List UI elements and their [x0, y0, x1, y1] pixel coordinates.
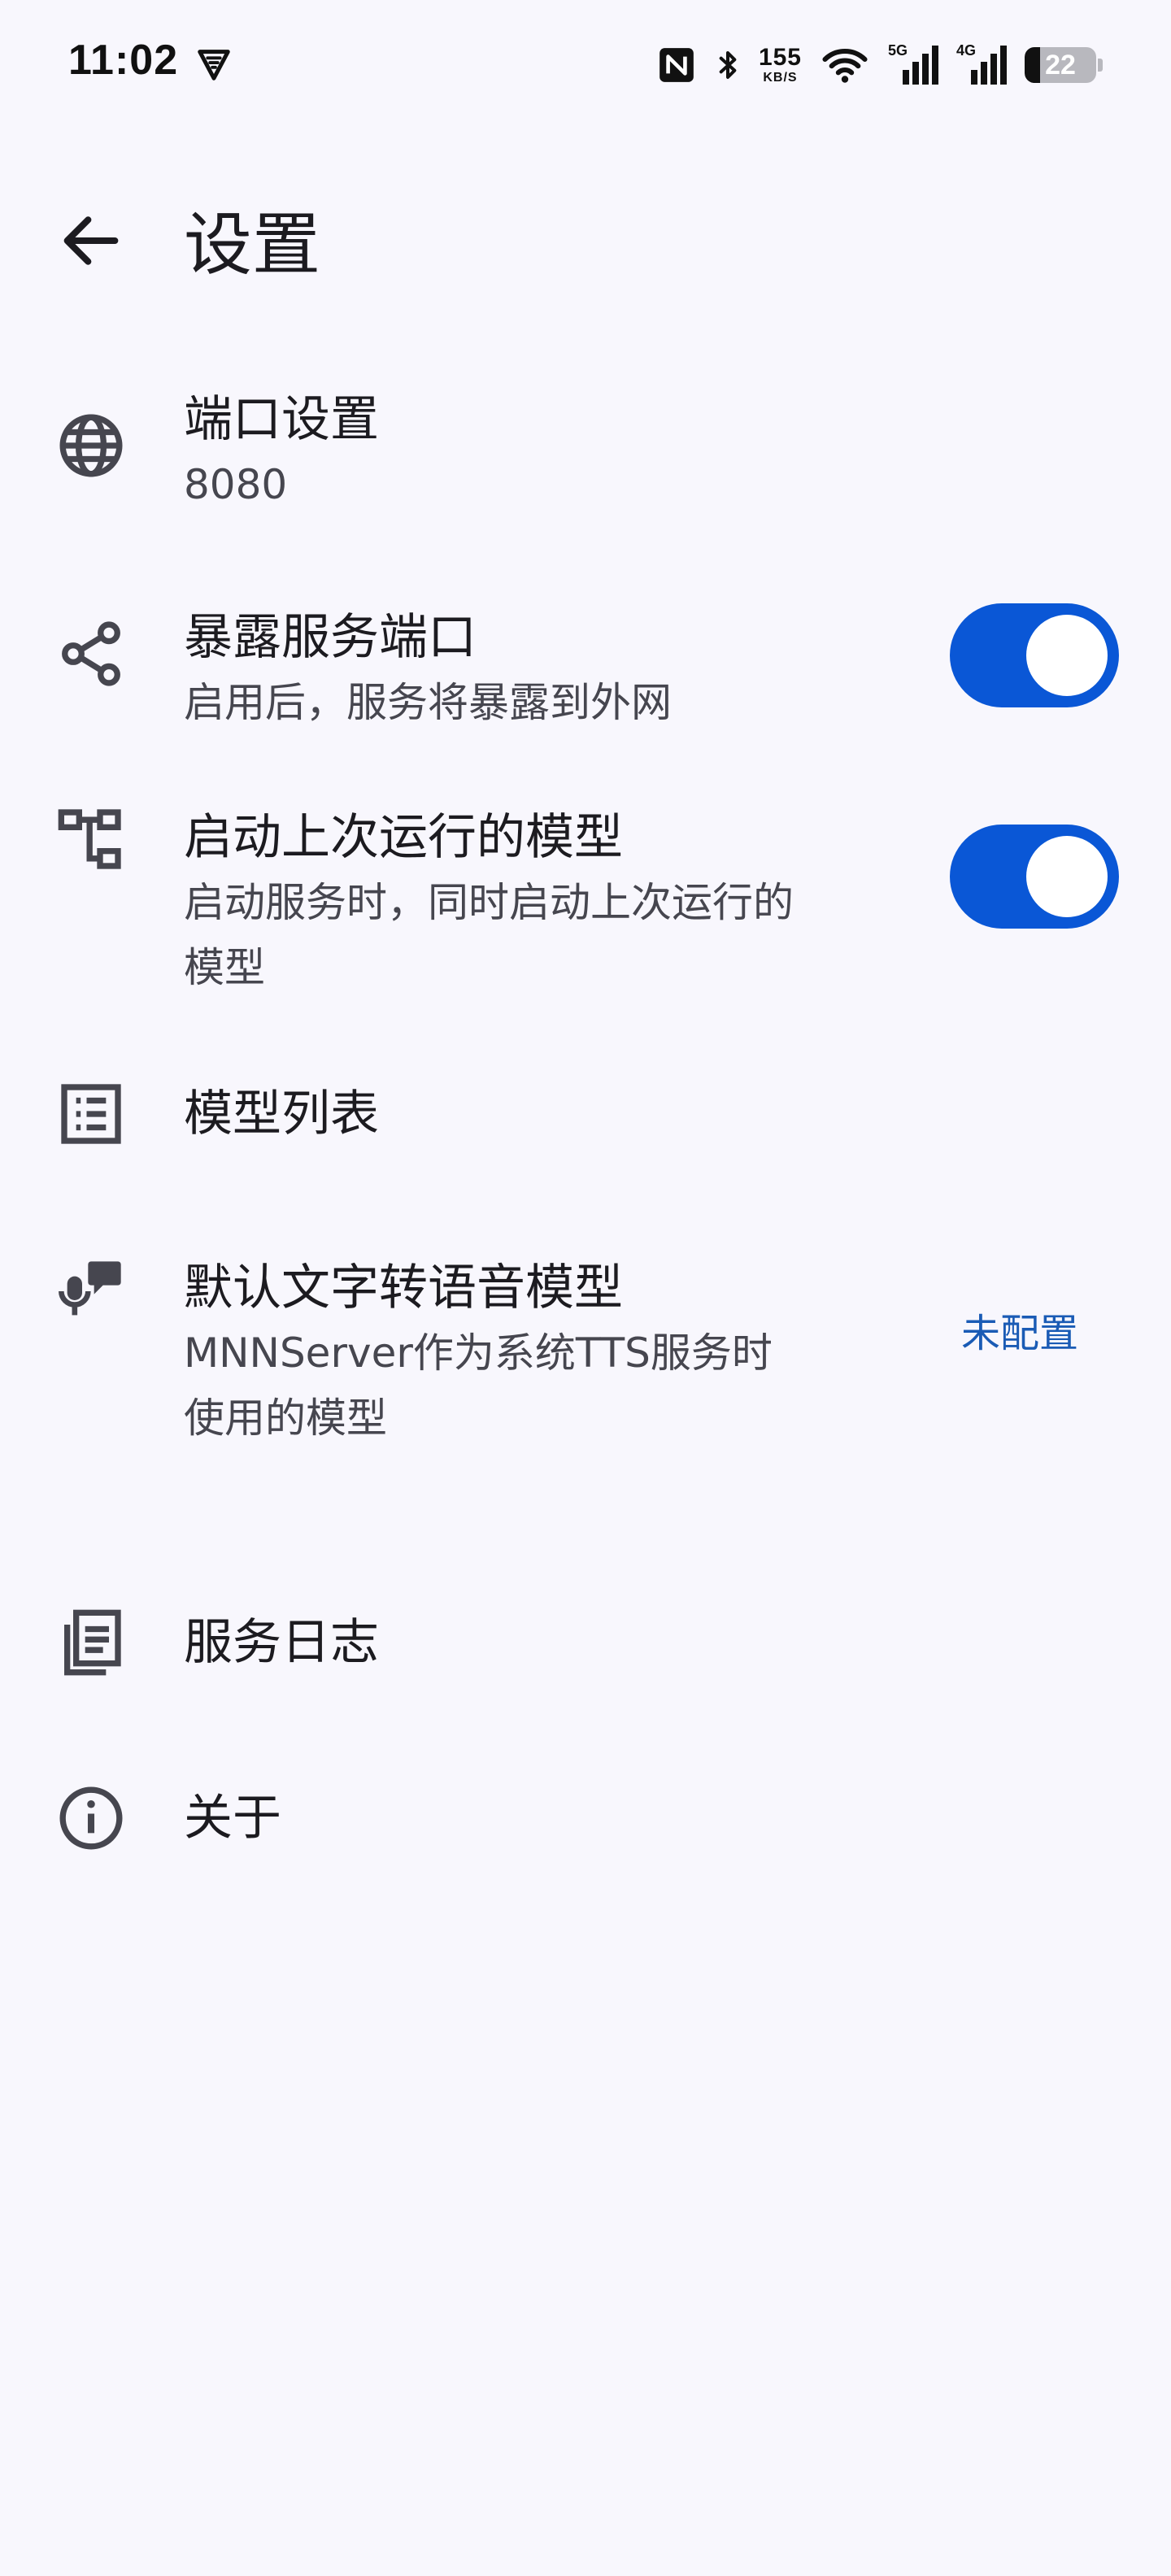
- setting-port-title: 端口设置: [184, 391, 379, 448]
- status-time: 11:02: [68, 37, 179, 84]
- arrow-back-icon: [63, 216, 119, 265]
- setting-logs-title: 服务日志: [184, 1614, 379, 1671]
- expose-port-toggle[interactable]: [950, 603, 1119, 707]
- bluetooth-icon: [719, 51, 737, 79]
- wifi-icon: [822, 48, 868, 83]
- signal-4g-icon: 4G: [956, 42, 1010, 88]
- setting-default-tts[interactable]: 默认文字转语音模型 MNNServer作为系统TTS服务时 使用的模型 未配置: [0, 1187, 1171, 1569]
- battery-tip: [1098, 59, 1103, 72]
- setting-autostart-subtitle-line1: 启动服务时，同时启动上次运行的: [184, 879, 794, 926]
- network-speed-value: 155: [758, 44, 802, 71]
- setting-start-last-model[interactable]: 启动上次运行的模型 启动服务时，同时启动上次运行的 模型: [0, 772, 1171, 1041]
- vpn-shield-icon: [198, 50, 230, 80]
- setting-about-title: 关于: [184, 1790, 281, 1847]
- tree-icon: [58, 809, 121, 869]
- toggle-knob: [1026, 836, 1108, 917]
- nfc-icon: [660, 48, 694, 82]
- setting-tts-subtitle-line1: MNNServer作为系统TTS服务时: [184, 1329, 773, 1377]
- battery-fill: [1025, 47, 1041, 83]
- setting-expose-subtitle: 启用后，服务将暴露到外网: [184, 679, 672, 726]
- start-last-model-toggle[interactable]: [950, 825, 1119, 929]
- network-speed: 155 KB/S: [759, 46, 802, 85]
- setting-tts-title: 默认文字转语音模型: [184, 1260, 623, 1316]
- log-icon: [64, 1609, 121, 1676]
- toggle-knob: [1026, 615, 1108, 696]
- voice-chat-icon: [59, 1261, 121, 1316]
- globe-icon: [59, 414, 123, 477]
- signal-5g-icon: 5G: [888, 42, 942, 88]
- list-icon: [61, 1084, 121, 1144]
- back-button[interactable]: [42, 192, 140, 289]
- setting-model-list[interactable]: 模型列表: [0, 1041, 1171, 1187]
- page-title: 设置: [184, 205, 321, 285]
- setting-expose-port[interactable]: 暴露服务端口 启用后，服务将暴露到外网: [0, 553, 1171, 772]
- battery-level: 22: [1045, 49, 1076, 80]
- setting-port-value: 8080: [184, 461, 288, 508]
- battery-icon: 22: [1025, 47, 1096, 83]
- status-icons: 155 KB/S 5G 4G 22: [656, 39, 1103, 91]
- setting-autostart-title: 启动上次运行的模型: [184, 809, 623, 866]
- setting-port[interactable]: 端口设置 8080: [0, 342, 1171, 553]
- setting-autostart-subtitle-line2: 模型: [184, 944, 265, 991]
- setting-service-logs[interactable]: 服务日志: [0, 1569, 1171, 1756]
- info-icon: [59, 1786, 123, 1850]
- app-bar: 设置: [0, 154, 1171, 317]
- share-icon: [62, 621, 120, 686]
- tts-model-value: 未配置: [960, 1311, 1078, 1356]
- setting-about[interactable]: 关于: [0, 1756, 1171, 1919]
- setting-model-list-title: 模型列表: [184, 1086, 379, 1142]
- setting-tts-subtitle-line2: 使用的模型: [184, 1395, 387, 1442]
- network-speed-unit: KB/S: [763, 71, 798, 85]
- status-bar: 11:02 155 KB/S 5G 4G 22: [0, 0, 1171, 130]
- setting-expose-title: 暴露服务端口: [184, 609, 477, 666]
